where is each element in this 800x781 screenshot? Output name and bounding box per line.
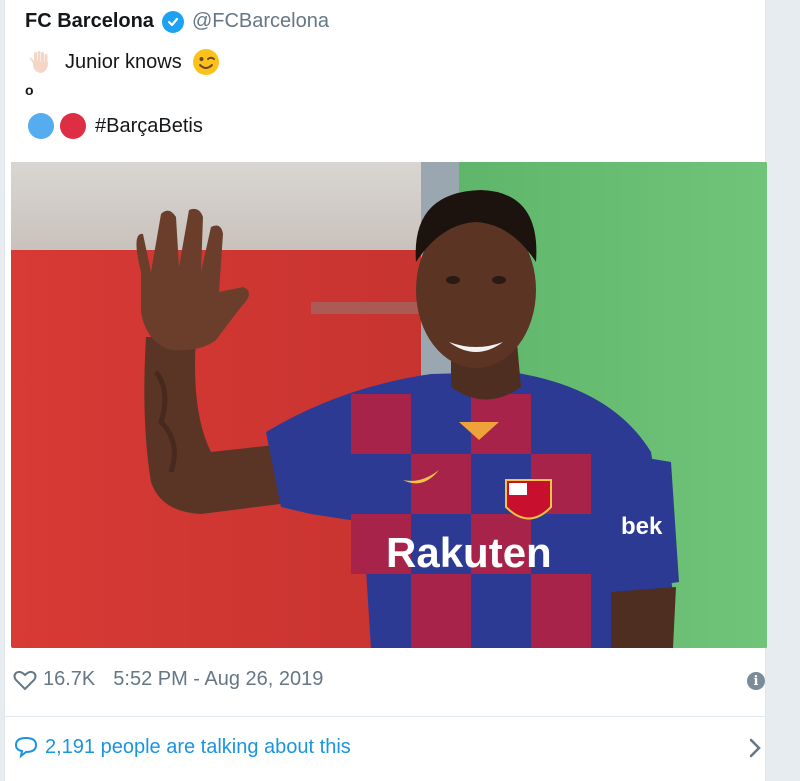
like-count[interactable]: 16.7K bbox=[43, 668, 95, 691]
tweet-card: FC Barcelona @FCBarcelona Junior knows o… bbox=[4, 0, 767, 781]
raised-hand-icon bbox=[29, 51, 48, 73]
verified-badge-icon bbox=[161, 10, 184, 33]
player-photo: Rakuten bek bbox=[11, 162, 767, 648]
info-icon[interactable]: i bbox=[747, 672, 765, 690]
divider bbox=[5, 716, 765, 717]
tweet-dot: o bbox=[25, 82, 34, 98]
tweet-media-photo[interactable]: Rakuten bek bbox=[11, 162, 767, 648]
sponsor-sleeve-text: bek bbox=[621, 513, 663, 540]
hashtag-link[interactable]: #BarçaBetis bbox=[95, 115, 203, 138]
comment-bubble-icon bbox=[14, 736, 38, 759]
red-circle-icon bbox=[60, 113, 86, 139]
winking-face-icon bbox=[192, 49, 219, 75]
tweet-timestamp[interactable]: 5:52 PM - Aug 26, 2019 bbox=[113, 668, 323, 691]
hashtag-line: #BarçaBetis bbox=[27, 112, 203, 140]
chevron-right-icon[interactable] bbox=[747, 736, 763, 760]
tweet-text-line-1: Junior knows bbox=[27, 48, 220, 76]
tweet-header[interactable]: FC Barcelona @FCBarcelona bbox=[25, 10, 329, 33]
tweet-text: Junior knows bbox=[65, 50, 182, 73]
heart-icon[interactable] bbox=[13, 669, 37, 691]
blue-circle-icon bbox=[28, 113, 54, 139]
author-name[interactable]: FC Barcelona bbox=[25, 10, 154, 33]
author-handle[interactable]: @FCBarcelona bbox=[192, 10, 329, 33]
conversation-text[interactable]: 2,191 people are talking about this bbox=[45, 736, 351, 759]
sponsor-chest-text: Rakuten bbox=[386, 529, 552, 576]
conversation-link[interactable]: 2,191 people are talking about this bbox=[13, 735, 351, 759]
tweet-meta-row: 16.7K 5:52 PM - Aug 26, 2019 bbox=[13, 668, 323, 691]
